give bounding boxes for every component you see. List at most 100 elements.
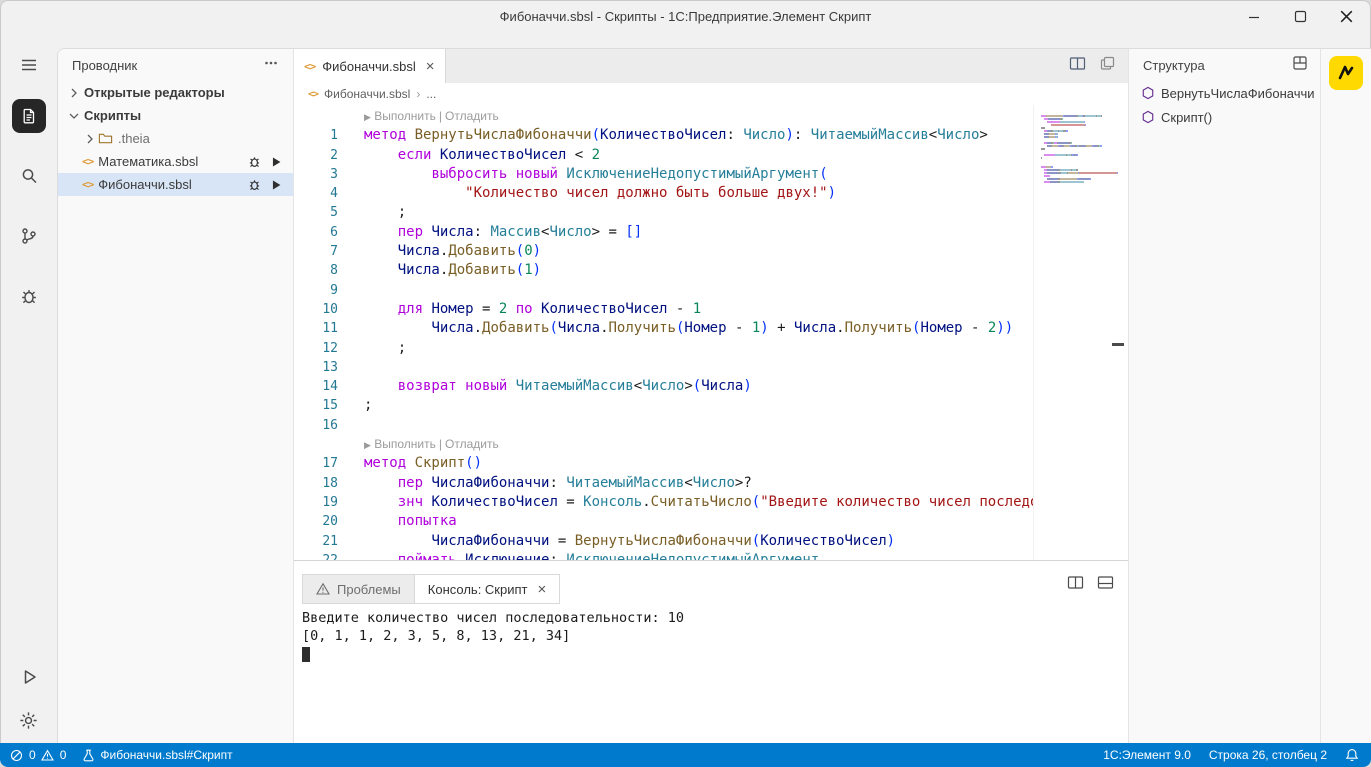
code-line[interactable]: 16 <box>294 416 1128 435</box>
code-line[interactable]: 11 Числа.Добавить(Числа.Получить(Номер -… <box>294 319 1128 338</box>
script-context[interactable]: Фибоначчи.sbsl#Скрипт <box>82 748 232 762</box>
codelens-debug-link[interactable]: Отладить <box>445 437 499 451</box>
code-editor[interactable]: ▶ Выполнить|Отладить1метод ВернутьЧислаФ… <box>294 105 1128 560</box>
code-line[interactable]: 20 попытка <box>294 512 1128 531</box>
code-token: КоличествоЧисел <box>760 533 886 549</box>
breadcrumb-more[interactable]: ... <box>426 87 436 101</box>
tab-problems[interactable]: Проблемы <box>302 574 414 604</box>
code-token <box>364 475 398 491</box>
right-activity-bar <box>1320 49 1371 743</box>
code-line[interactable]: 2 если КоличествоЧисел < 2 <box>294 146 1128 165</box>
sash-handle[interactable] <box>1112 343 1124 346</box>
code-line[interactable]: 21 ЧислаФибоначчи = ВернутьЧислаФибоначч… <box>294 532 1128 551</box>
debug-file-icon[interactable] <box>247 177 262 192</box>
code-line[interactable]: 15; <box>294 396 1128 415</box>
code-line[interactable]: 6 пер Числа: Массив<Число> = [] <box>294 223 1128 242</box>
explorer-section-0[interactable]: Открытые редакторы <box>58 81 293 104</box>
minimap-line <box>1041 115 1124 117</box>
code-token: - <box>667 301 692 317</box>
element-logo[interactable] <box>1329 56 1363 90</box>
codelens-run-link[interactable]: Выполнить <box>374 437 436 451</box>
run-file-icon[interactable] <box>269 155 283 169</box>
run-file-icon[interactable] <box>269 178 283 192</box>
tab-close-icon[interactable]: × <box>426 59 435 74</box>
panel-layout-button[interactable] <box>1097 574 1114 596</box>
code-line[interactable]: 5 ; <box>294 203 1128 222</box>
codelens-run-icon[interactable]: ▶ <box>364 112 371 122</box>
code-token: поймать <box>398 552 465 560</box>
code-line[interactable]: 18 пер ЧислаФибоначчи: ЧитаемыйМассив<Чи… <box>294 474 1128 493</box>
tab-console[interactable]: Консоль: Скрипт × <box>414 574 560 604</box>
explorer-section-1[interactable]: Скрипты <box>58 104 293 127</box>
close-button[interactable] <box>1323 0 1369 33</box>
code-token: . <box>600 320 608 336</box>
code-line[interactable]: 1метод ВернутьЧислаФибоначчи(КоличествоЧ… <box>294 126 1128 145</box>
editor-more-button[interactable] <box>1099 55 1116 77</box>
code-line[interactable]: 13 <box>294 358 1128 377</box>
code-line[interactable]: 14 возврат новый ЧитаемыйМассив<Число>(Ч… <box>294 377 1128 396</box>
outline-item[interactable]: Скрипт() <box>1129 105 1320 129</box>
code-line[interactable]: 9 <box>294 281 1128 300</box>
code-line[interactable]: 19 знч КоличествоЧисел = Консоль.Считать… <box>294 493 1128 512</box>
product-version[interactable]: 1С:Элемент 9.0 <box>1103 748 1191 762</box>
code-line[interactable]: 7 Числа.Добавить(0) <box>294 242 1128 261</box>
codelens-run-link[interactable]: Выполнить <box>374 109 436 123</box>
explorer-item[interactable]: <>Фибоначчи.sbsl <box>58 173 293 196</box>
code-token: попытка <box>398 513 457 529</box>
editor-tab[interactable]: <> Фибоначчи.sbsl × <box>294 49 446 83</box>
outline-item[interactable]: ВернутьЧислаФибоначчи <box>1129 81 1320 105</box>
code-line[interactable]: 17метод Скрипт() <box>294 454 1128 473</box>
code-token: "Количество чисел должно быть больше дву… <box>465 185 827 201</box>
line-number <box>294 107 364 126</box>
activity-search-button[interactable] <box>12 159 46 193</box>
problems-status[interactable]: 0 0 <box>10 748 66 762</box>
code-line[interactable]: ▶ Выполнить|Отладить <box>294 435 1128 454</box>
cursor-position[interactable]: Строка 26, столбец 2 <box>1209 748 1327 762</box>
activity-debug-button[interactable] <box>12 279 46 313</box>
minimize-button[interactable] <box>1231 0 1277 33</box>
split-editor-button[interactable] <box>1069 55 1086 77</box>
breadcrumb-file[interactable]: Фибоначчи.sbsl <box>324 87 410 101</box>
code-line[interactable]: 12 ; <box>294 339 1128 358</box>
code-token: ЧитаемыйМассив <box>516 378 634 394</box>
code-token: Числа <box>431 224 473 240</box>
code-token: Числа <box>558 320 600 336</box>
workbench: Проводник Открытые редакторыСкрипты.thei… <box>57 48 1371 743</box>
line-number: 2 <box>294 146 364 165</box>
window-title: Фибоначчи.sbsl - Скрипты - 1С:Предприяти… <box>500 9 872 24</box>
code-line[interactable]: 3 выбросить новый ИсключениеНедопустимый… <box>294 165 1128 184</box>
outline-view-button[interactable] <box>1292 55 1308 76</box>
explorer-item[interactable]: .theia <box>58 127 293 150</box>
explorer-more-actions-button[interactable] <box>263 55 279 76</box>
maximize-button[interactable] <box>1277 0 1323 33</box>
code-line[interactable]: 8 Числа.Добавить(1) <box>294 261 1128 280</box>
code-line[interactable]: 4 "Количество чисел должно быть больше д… <box>294 184 1128 203</box>
code-line-text: Числа.Добавить(1) <box>364 261 1128 280</box>
sbsl-file-icon: <> <box>304 60 315 73</box>
code-token: знч <box>398 494 432 510</box>
explorer-item[interactable]: <>Математика.sbsl <box>58 150 293 173</box>
minimap[interactable] <box>1033 105 1128 560</box>
section-label: Открытые редакторы <box>84 85 225 100</box>
codelens-run-icon[interactable]: ▶ <box>364 440 371 450</box>
activity-explorer-button[interactable] <box>12 99 46 133</box>
console-tab-close-icon[interactable]: × <box>537 582 546 597</box>
activity-settings-button[interactable] <box>12 703 46 737</box>
explorer-sidebar: Проводник Открытые редакторыСкрипты.thei… <box>58 49 294 743</box>
activity-run-button[interactable] <box>12 660 46 694</box>
line-number: 11 <box>294 319 364 338</box>
panel-actions <box>1067 574 1114 596</box>
console-output[interactable]: Введите количество чисел последовательно… <box>294 604 1128 743</box>
minimap-line <box>1041 127 1124 129</box>
codelens-debug-link[interactable]: Отладить <box>445 109 499 123</box>
codelens-divider: | <box>439 109 442 123</box>
debug-file-icon[interactable] <box>247 154 262 169</box>
code-line[interactable]: 10 для Номер = 2 по КоличествоЧисел - 1 <box>294 300 1128 319</box>
code-line[interactable]: 22 поймать Исключение: ИсключениеНедопус… <box>294 551 1128 560</box>
activity-source-control-button[interactable] <box>12 219 46 253</box>
code-token <box>364 185 465 201</box>
notifications-button[interactable] <box>1345 748 1359 762</box>
code-line[interactable]: ▶ Выполнить|Отладить <box>294 107 1128 126</box>
menu-button[interactable] <box>12 48 46 82</box>
split-panel-button[interactable] <box>1067 574 1084 596</box>
